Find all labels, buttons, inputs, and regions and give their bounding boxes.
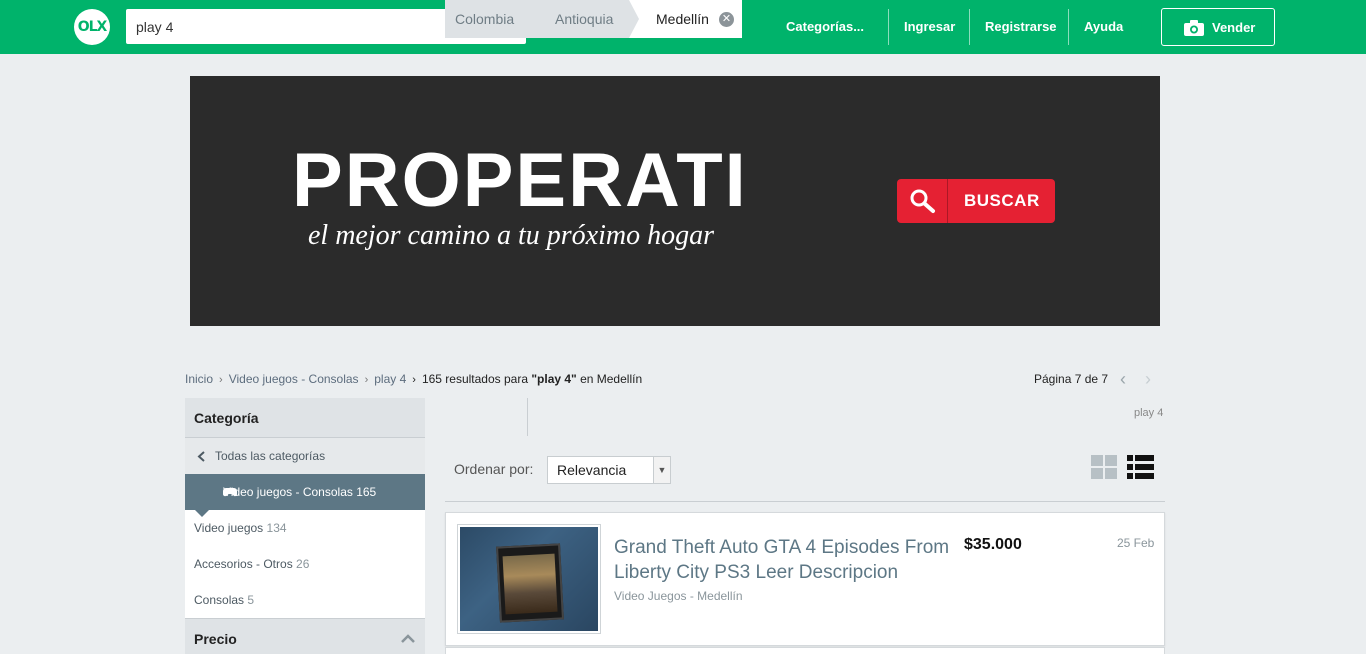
active-category[interactable]: Video juegos - Consolas 165	[185, 474, 425, 517]
chevron-up-icon	[401, 634, 415, 643]
results-count: 165 resultados para "play 4" en Medellín	[422, 372, 642, 386]
sidebar-item-count: 134	[266, 521, 287, 535]
tab-arrow	[629, 0, 639, 38]
location-tab-medellin[interactable]: Medellín ✕	[629, 0, 742, 38]
search-icon	[910, 189, 935, 213]
nav-help[interactable]: Ayuda	[1084, 0, 1123, 54]
nav-divider	[1068, 9, 1069, 45]
listing-thumbnail[interactable]	[457, 524, 601, 634]
banner-title: PROPERATI	[292, 138, 748, 223]
listing-subtitle: Video Juegos - Medellín	[614, 589, 743, 603]
chevron-left-icon	[197, 451, 205, 462]
sidebar-item-label: Accesorios - Otros	[194, 557, 293, 571]
grid-view-icon[interactable]	[1091, 455, 1117, 479]
chevron-right-icon: ›	[364, 374, 369, 386]
game-case-image	[496, 543, 564, 623]
listing-date: 25 Feb	[1117, 536, 1155, 550]
order-selected-value: Relevancia	[557, 462, 627, 478]
banner-button-label: BUSCAR	[964, 191, 1040, 210]
active-category-label: Video juegos - Consolas 165	[223, 485, 377, 499]
banner-search-button[interactable]: BUSCAR	[897, 179, 1055, 223]
order-select[interactable]: Relevancia ▼	[547, 456, 671, 484]
location-tab-colombia[interactable]: Colombia	[445, 0, 538, 38]
sidebar-item-label: Video juegos	[194, 521, 264, 535]
listing-card[interactable]: Grand Theft Auto GTA 4 Episodes From Lib…	[445, 512, 1165, 646]
sidebar-item-count: 5	[247, 593, 255, 607]
location-tab-label: Antioquia	[555, 11, 614, 27]
properati-banner[interactable]: PROPERATI el mejor camino a tu próximo h…	[190, 76, 1160, 326]
location-tab-label: Colombia	[455, 11, 515, 27]
results-query: "play 4"	[531, 372, 577, 386]
button-divider	[947, 179, 948, 223]
chevron-down-icon: ▼	[653, 457, 670, 483]
olx-logo[interactable]: OLX	[74, 9, 110, 45]
nav-categories[interactable]: Categorías...	[786, 0, 864, 54]
all-categories-label: Todas las categorías	[215, 449, 326, 463]
logo-text: OLX	[77, 19, 108, 35]
chevron-right-icon: ›	[412, 374, 416, 386]
sidebar-item-video-juegos[interactable]: Video juegos 134	[185, 510, 425, 546]
sidebar-item-count: 26	[296, 557, 310, 571]
nav-divider	[888, 9, 889, 45]
breadcrumb: Inicio › Video juegos - Consolas › play 4 › 16…	[185, 372, 642, 386]
sidebar-item-consolas[interactable]: Consolas 5	[185, 582, 425, 618]
clear-location-icon[interactable]: ✕	[719, 12, 734, 27]
search-input[interactable]	[126, 9, 486, 44]
sell-button-label: Vender	[1212, 20, 1256, 35]
list-view-icon[interactable]	[1127, 455, 1154, 479]
results-prefix: 165 resultados para	[421, 372, 532, 386]
all-categories-link[interactable]: Todas las categorías	[185, 438, 425, 474]
tab-arrow	[528, 0, 538, 38]
price-heading-label: Precio	[194, 631, 237, 647]
sidebar-item-accesorios[interactable]: Accesorios - Otros 26	[185, 546, 425, 582]
nav-login[interactable]: Ingresar	[904, 0, 955, 54]
breadcrumb-home[interactable]: Inicio	[185, 372, 213, 386]
thumbnail-image	[460, 527, 598, 631]
results-suffix: en Medellín	[576, 372, 643, 386]
order-label: Ordenar por:	[454, 461, 534, 477]
page-indicator: Página 7 de 7	[1034, 372, 1109, 386]
prev-page-icon[interactable]: ‹	[1120, 370, 1134, 388]
price-heading[interactable]: Precio	[185, 618, 425, 654]
breadcrumb-category[interactable]: Video juegos - Consolas	[229, 372, 359, 386]
listing-card[interactable]	[445, 647, 1165, 654]
gamepad-icon	[223, 488, 237, 497]
next-page-icon[interactable]: ›	[1145, 370, 1159, 388]
filter-sidebar: Categoría Todas las categorías Video jue…	[185, 398, 425, 654]
sidebar-item-label: Consolas	[194, 593, 245, 607]
divider	[445, 501, 1165, 502]
nav-register[interactable]: Registrarse	[985, 0, 1057, 54]
tab-divider	[527, 398, 528, 436]
listing-title[interactable]: Grand Theft Auto GTA 4 Episodes From Lib…	[614, 535, 959, 585]
nav-divider	[969, 9, 970, 45]
location-tab-antioquia[interactable]: Antioquia	[528, 0, 639, 38]
sell-button[interactable]: Vender	[1161, 8, 1275, 46]
chevron-right-icon: ›	[219, 374, 223, 386]
category-heading: Categoría	[185, 398, 425, 438]
breadcrumb-query[interactable]: play 4	[374, 372, 406, 386]
location-tab-label: Medellín	[656, 11, 709, 27]
banner-subtitle: el mejor camino a tu próximo hogar	[308, 220, 714, 251]
listing-price: $35.000	[964, 536, 1022, 553]
camera-icon	[1184, 20, 1204, 36]
query-tag: play 4	[1134, 407, 1164, 419]
